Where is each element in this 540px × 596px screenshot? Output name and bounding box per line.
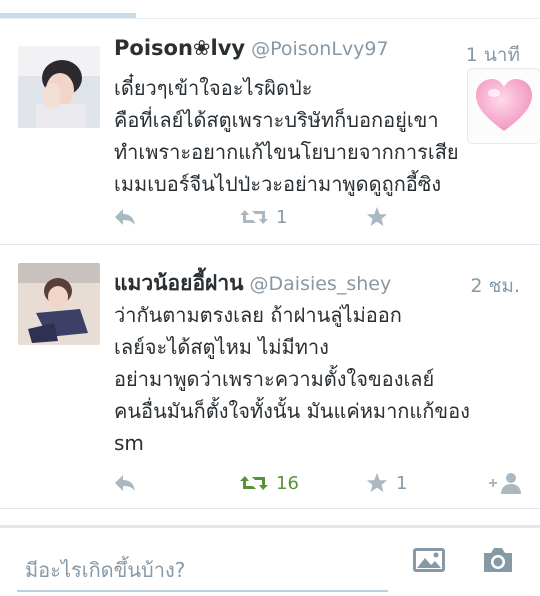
star-icon (366, 206, 388, 227)
retweet-icon (240, 476, 268, 490)
camera-button[interactable] (481, 545, 515, 575)
reply-icon (115, 475, 135, 491)
tweet-item[interactable]: Poison❀lvy @PoisonLvy97 1 นาที เดี๋ยวๆเข้… (0, 22, 540, 244)
timestamp: 2 ชม. (470, 275, 520, 297)
favorite-button[interactable] (366, 200, 388, 234)
tweet-header: แมวน้อยอี้ฝาน @Daisies_shey 2 ชม. (114, 267, 526, 303)
compose-bar: มีอะไรเกิดขึ้นบ้าง? (0, 525, 540, 596)
add-user-icon (489, 473, 521, 494)
reply-icon (115, 209, 135, 225)
image-icon (413, 548, 445, 572)
compose-input[interactable]: มีอะไรเกิดขึ้นบ้าง? (17, 546, 388, 592)
tweet-actions: 16 1 (0, 466, 540, 500)
favorite-count: 1 (396, 472, 408, 494)
heart-sticker (467, 68, 540, 144)
heart-icon (476, 79, 532, 131)
follow-button[interactable] (489, 466, 523, 500)
favorite-button[interactable]: 1 (366, 466, 407, 500)
tweet-text: ว่ากันตามตรงเลย ถ้าฝานลู่ไม่ออก เลย์จะได… (114, 303, 470, 455)
tweet-divider (0, 508, 540, 509)
star-icon (366, 472, 388, 493)
timestamp: 1 นาที (465, 44, 520, 66)
retweet-count: 16 (276, 472, 299, 494)
top-strip (0, 0, 540, 22)
user-handle[interactable]: @PoisonLvy97 (251, 38, 389, 60)
user-handle[interactable]: @Daisies_shey (250, 273, 392, 295)
avatar[interactable] (18, 263, 100, 345)
retweet-count: 1 (276, 206, 288, 228)
reply-button[interactable] (113, 200, 137, 234)
photo-button[interactable] (412, 546, 446, 576)
top-divider (0, 18, 540, 19)
retweet-button[interactable]: 1 (240, 200, 287, 234)
display-name[interactable]: แมวน้อยอี้ฝาน (114, 271, 244, 295)
retweet-icon (240, 210, 268, 224)
tweet-actions: 1 (0, 200, 540, 234)
tweet-header: Poison❀lvy @PoisonLvy97 1 นาที (114, 36, 526, 72)
camera-icon (484, 548, 512, 572)
reply-button[interactable] (113, 466, 137, 500)
retweet-button[interactable]: 16 (240, 466, 299, 500)
tweet-text: เดี๋ยวๆเข้าใจอะไรผิดป่ะ คือที่เลย์ได้สตู… (114, 76, 459, 196)
compose-top-border (0, 525, 540, 528)
tweet-item[interactable]: แมวน้อยอี้ฝาน @Daisies_shey 2 ชม. ว่ากันต… (0, 245, 540, 508)
display-name[interactable]: Poison❀lvy (114, 36, 245, 60)
compose-placeholder: มีอะไรเกิดขึ้นบ้าง? (25, 558, 186, 582)
avatar[interactable] (18, 46, 100, 128)
